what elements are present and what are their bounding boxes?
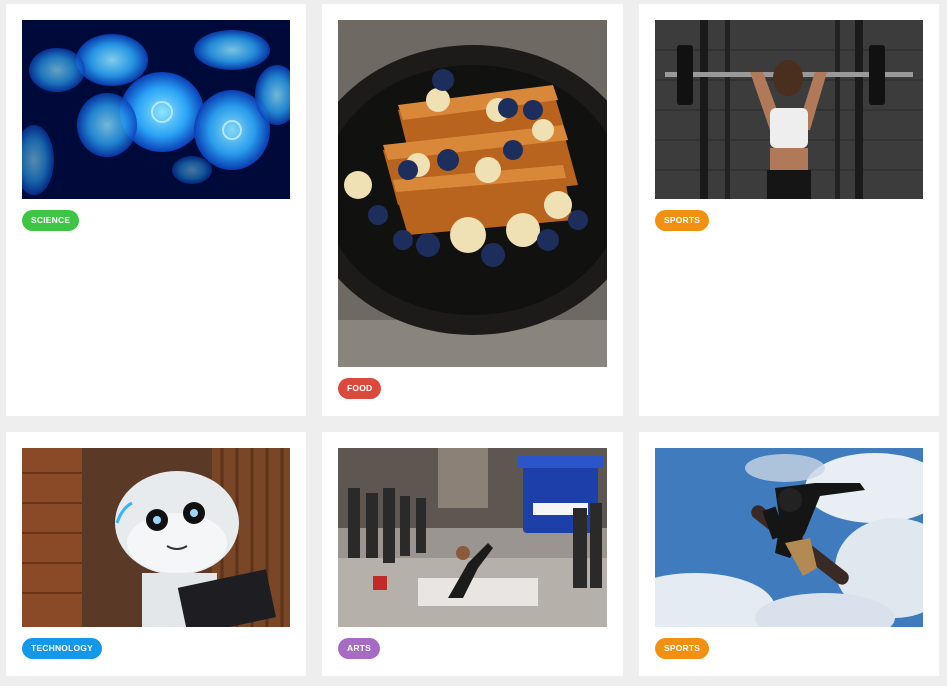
category-tag-arts[interactable]: ARTS	[338, 638, 380, 659]
post-card-arts[interactable]: ARTS	[322, 432, 623, 676]
robot-image	[22, 448, 290, 627]
post-card-sports-2[interactable]: SPORTS	[639, 432, 939, 676]
jellyfish-image	[22, 20, 290, 199]
post-card-science[interactable]: SCIENCE	[6, 4, 306, 416]
post-grid: SCIENCE FOOD SPORTS TECHNOLOGY ARTS SPOR…	[0, 0, 947, 686]
post-card-sports[interactable]: SPORTS	[639, 4, 939, 416]
post-thumbnail[interactable]	[338, 20, 607, 367]
category-tag-sports-2[interactable]: SPORTS	[655, 638, 710, 659]
breakdancer-image	[338, 448, 607, 627]
category-tag-science[interactable]: SCIENCE	[22, 210, 80, 231]
category-tag-technology[interactable]: TECHNOLOGY	[22, 638, 102, 659]
category-tag-sports[interactable]: SPORTS	[655, 210, 710, 231]
french-toast-image	[338, 20, 607, 367]
post-thumbnail[interactable]	[655, 448, 923, 627]
post-thumbnail[interactable]	[655, 20, 923, 199]
post-card-technology[interactable]: TECHNOLOGY	[6, 432, 306, 676]
post-card-food[interactable]: FOOD	[322, 4, 623, 416]
post-thumbnail[interactable]	[22, 20, 290, 199]
weightlifting-image	[655, 20, 923, 199]
post-thumbnail[interactable]	[338, 448, 607, 627]
category-tag-food[interactable]: FOOD	[338, 378, 382, 399]
post-thumbnail[interactable]	[22, 448, 290, 627]
snowboarder-image	[655, 448, 923, 627]
